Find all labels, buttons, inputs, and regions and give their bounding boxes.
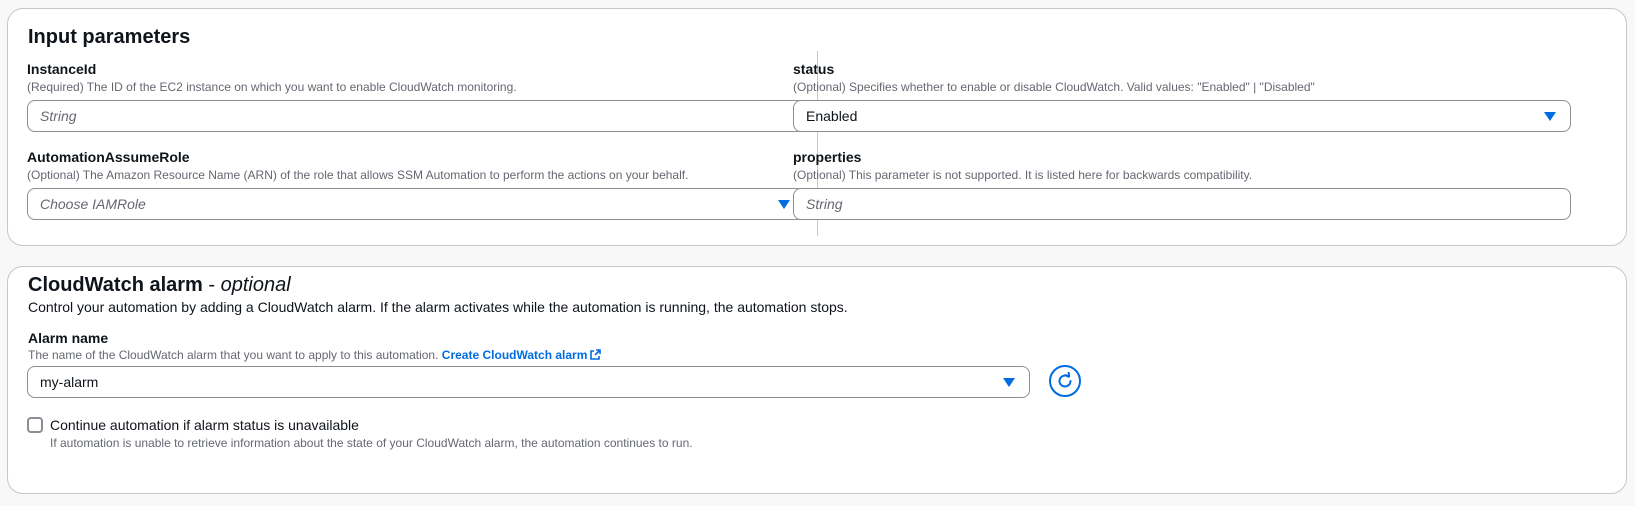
- automation-assume-role-placeholder: Choose IAMRole: [40, 196, 146, 212]
- title-dash: -: [202, 274, 221, 296]
- caret-down-icon: [1544, 112, 1556, 121]
- continue-automation-checkbox[interactable]: [27, 417, 43, 433]
- cloudwatch-alarm-title: CloudWatch alarm - optional: [28, 273, 291, 297]
- alarm-name-label: Alarm name: [28, 330, 109, 346]
- cloudwatch-alarm-description: Control your automation by adding a Clou…: [28, 299, 848, 315]
- instance-id-input[interactable]: String: [27, 100, 805, 132]
- properties-placeholder: String: [806, 196, 843, 212]
- automation-assume-role-label: AutomationAssumeRole: [27, 149, 190, 165]
- alarm-name-description: The name of the CloudWatch alarm that yo…: [28, 348, 439, 362]
- automation-assume-role-field: AutomationAssumeRole (Optional) The Amaz…: [27, 148, 805, 220]
- instance-id-placeholder: String: [40, 108, 77, 124]
- external-link-icon: [590, 349, 602, 360]
- input-parameters-panel: Input parameters InstanceId (Required) T…: [7, 8, 1627, 246]
- status-field: status (Optional) Specifies whether to e…: [793, 60, 1571, 132]
- automation-assume-role-description: (Optional) The Amazon Resource Name (ARN…: [27, 168, 689, 182]
- properties-input[interactable]: String: [793, 188, 1571, 220]
- title-optional: optional: [220, 274, 291, 296]
- instance-id-description: (Required) The ID of the EC2 instance on…: [27, 80, 517, 94]
- input-parameters-title: Input parameters: [28, 26, 191, 48]
- create-cloudwatch-alarm-link-text: Create CloudWatch alarm: [441, 348, 588, 362]
- refresh-icon: [1058, 372, 1072, 388]
- continue-automation-label: Continue automation if alarm status is u…: [50, 417, 359, 433]
- status-value: Enabled: [806, 108, 858, 124]
- instance-id-field: InstanceId (Required) The ID of the EC2 …: [27, 60, 805, 132]
- status-label: status: [793, 61, 835, 77]
- caret-down-icon: [778, 200, 790, 209]
- refresh-alarms-button[interactable]: [1049, 365, 1081, 397]
- caret-down-icon: [1003, 378, 1015, 387]
- continue-automation-description: If automation is unable to retrieve info…: [50, 436, 693, 450]
- cloudwatch-alarm-title-text: CloudWatch alarm: [28, 274, 203, 296]
- instance-id-label: InstanceId: [27, 61, 97, 77]
- alarm-name-description-row: The name of the CloudWatch alarm that yo…: [28, 347, 602, 363]
- cloudwatch-alarm-panel: CloudWatch alarm - optional Control your…: [7, 266, 1627, 494]
- status-select[interactable]: Enabled: [793, 100, 1571, 132]
- alarm-name-value: my-alarm: [40, 374, 99, 390]
- status-description: (Optional) Specifies whether to enable o…: [793, 80, 1315, 94]
- properties-description: (Optional) This parameter is not support…: [793, 168, 1253, 182]
- automation-assume-role-select[interactable]: Choose IAMRole: [27, 188, 805, 220]
- alarm-name-select[interactable]: my-alarm: [27, 366, 1030, 398]
- properties-label: properties: [793, 149, 862, 165]
- create-cloudwatch-alarm-link[interactable]: Create CloudWatch alarm: [442, 348, 602, 362]
- properties-field: properties (Optional) This parameter is …: [793, 148, 1571, 220]
